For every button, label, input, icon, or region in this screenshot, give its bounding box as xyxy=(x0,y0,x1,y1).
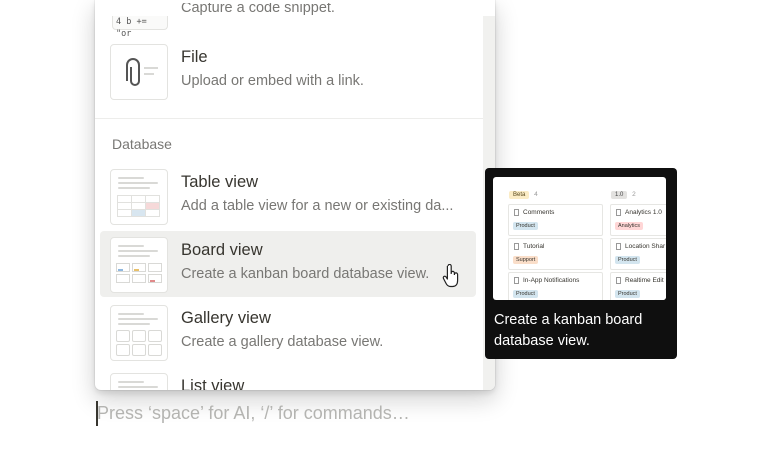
menu-item-title: List view xyxy=(181,377,245,390)
document-icon xyxy=(514,277,519,284)
card-title: Comments xyxy=(523,209,555,216)
board-view-tooltip: Beta 4 1.0 2 Comments Product Analytics … xyxy=(485,168,677,359)
section-divider xyxy=(95,118,483,119)
card-tag: Product xyxy=(615,256,640,264)
card-tag: Analytics xyxy=(615,222,644,230)
menu-item-description: Create a gallery database view. xyxy=(181,334,384,350)
document-icon xyxy=(616,277,621,284)
file-thumbnail xyxy=(110,44,168,100)
board-thumbnail xyxy=(110,237,168,293)
menu-item-title: Table view xyxy=(181,173,259,191)
card-tag: Support xyxy=(513,256,539,264)
menu-item-title: Board view xyxy=(181,241,263,259)
menu-item-board-view[interactable]: Board view Create a kanban board databas… xyxy=(100,231,476,297)
menu-item-description: Add a table view for a new or existing d… xyxy=(181,198,454,214)
menu-item-list-view[interactable]: List view xyxy=(100,367,476,390)
section-label-database: Database xyxy=(112,136,172,152)
card-title: In-App Notifications xyxy=(523,277,580,284)
table-thumbnail xyxy=(110,169,168,225)
document-icon xyxy=(616,243,621,250)
menu-item-table-view[interactable]: Table view Add a table view for a new or… xyxy=(100,163,476,229)
card-tag: Product xyxy=(513,290,538,298)
card-title: Analytics 1.0 xyxy=(625,209,662,216)
menu-item-file[interactable]: File Upload or embed with a link. xyxy=(100,38,476,104)
card-title: Realtime Edit xyxy=(625,277,664,284)
menu-item-title: Gallery view xyxy=(181,309,271,327)
code-block-thumbnail[interactable]: 4 b += "or xyxy=(112,16,168,39)
slash-command-menu: 4 b += "or Capture a code snippet. File … xyxy=(95,0,495,390)
paperclip-icon xyxy=(126,58,158,86)
card-title: Location Shar xyxy=(625,243,666,250)
code-item-description: Capture a code snippet. xyxy=(181,3,335,16)
kanban-card: Tutorial Support xyxy=(508,238,603,270)
document-icon xyxy=(616,209,621,216)
document-icon xyxy=(514,243,519,250)
column-badge: 1.0 xyxy=(611,191,628,199)
kanban-card: Analytics 1.0 Analytics xyxy=(610,204,666,236)
kanban-column-header: 1.0 2 xyxy=(611,191,636,199)
column-count: 4 xyxy=(534,191,538,198)
editor-placeholder[interactable]: Press ‘space’ for AI, ‘/’ for commands… xyxy=(97,403,410,424)
kanban-card: Realtime Edit Product xyxy=(610,272,666,300)
card-tag: Product xyxy=(615,290,640,298)
menu-item-description: Upload or embed with a link. xyxy=(181,73,364,89)
card-tag: Product xyxy=(513,222,538,230)
column-count: 2 xyxy=(632,191,636,198)
kanban-column-header: Beta 4 xyxy=(509,191,538,199)
kanban-card: Comments Product xyxy=(508,204,603,236)
kanban-preview-image: Beta 4 1.0 2 Comments Product Analytics … xyxy=(493,177,666,300)
tooltip-text: Create a kanban board database view. xyxy=(494,312,643,349)
list-thumbnail xyxy=(110,373,168,390)
document-icon xyxy=(514,209,519,216)
card-title: Tutorial xyxy=(523,243,545,250)
menu-item-gallery-view[interactable]: Gallery view Create a gallery database v… xyxy=(100,299,476,365)
kanban-card: In-App Notifications Product xyxy=(508,272,603,300)
column-badge: Beta xyxy=(509,191,530,199)
menu-item-title: File xyxy=(181,48,208,66)
gallery-thumbnail xyxy=(110,305,168,361)
kanban-card: Location Shar Product xyxy=(610,238,666,270)
hand-cursor-icon xyxy=(442,264,459,288)
menu-item-description: Create a kanban board database view. xyxy=(181,266,430,282)
